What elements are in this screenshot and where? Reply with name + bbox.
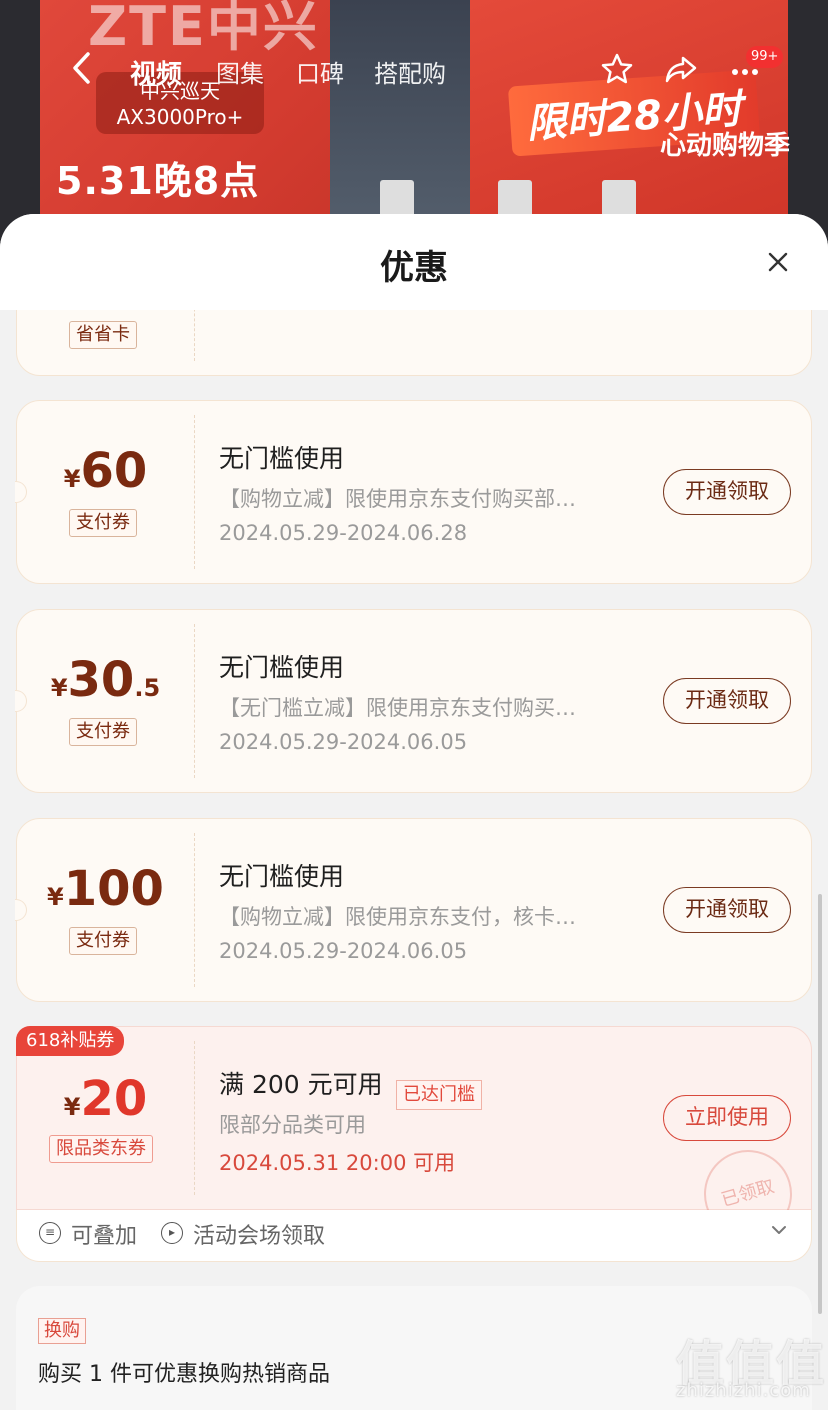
- amount-value: 20: [80, 1071, 148, 1127]
- coupon-amount: ¥60: [17, 443, 194, 499]
- watermark-url: zhizhizhi.com: [676, 1380, 811, 1401]
- venue-icon: ▸: [161, 1222, 183, 1244]
- coupon-type-label: 省省卡: [69, 321, 137, 349]
- chevron-down-icon[interactable]: [769, 1220, 789, 1245]
- coupon-divider: [194, 1041, 195, 1195]
- feature-venue: 活动会场领取: [193, 1224, 326, 1249]
- model-number: AX3000Pro+: [116, 105, 244, 129]
- tab-reviews[interactable]: 口碑: [296, 54, 344, 89]
- scrollbar[interactable]: [818, 894, 822, 1314]
- amount-value: 60: [80, 443, 148, 499]
- subsidy-coupon-card[interactable]: ¥20 限品类东券 满 200 元可用 限部分品类可用 2024.05.31 2…: [16, 1026, 812, 1210]
- subsidy-badge: 618补贴券: [16, 1026, 125, 1056]
- coupon-card[interactable]: ¥60 支付券 无门槛使用 【购物立减】限使用京东支付购买部… 2024.05.…: [15, 400, 812, 584]
- amount-decimal: .5: [134, 674, 161, 702]
- coupon-amount: ¥20: [17, 1071, 194, 1127]
- coupon-type-label: 支付券: [69, 718, 137, 746]
- festival-label: 心动购物季: [660, 131, 791, 161]
- coupon-card[interactable]: ¥100 支付券 无门槛使用 【购物立减】限使用京东支付，核卡… 2024.05…: [15, 818, 812, 1002]
- swap-tag: 换购: [38, 1318, 86, 1344]
- coupon-description: 限部分品类可用: [219, 1113, 366, 1137]
- coupon-type-label: 支付券: [69, 509, 137, 537]
- share-icon[interactable]: [664, 52, 698, 95]
- coupon-description: 【购物立减】限使用京东支付购买部…: [219, 487, 576, 511]
- currency-symbol: ¥: [63, 1093, 81, 1121]
- coupon-validity: 2024.05.29-2024.06.05: [219, 939, 468, 963]
- coupon-description: 【购物立减】限使用京东支付，核卡…: [219, 905, 576, 929]
- amount-value: 100: [63, 861, 164, 917]
- use-now-button[interactable]: 立即使用: [663, 1095, 791, 1141]
- sheet-header: 优惠: [0, 214, 828, 310]
- coupon-amount: ¥30.5: [17, 652, 194, 708]
- amount-value: 30: [67, 652, 135, 708]
- claim-button[interactable]: 开通领取: [663, 469, 791, 515]
- message-badge: 99+: [746, 46, 784, 68]
- swap-description: 购买 1 件可优惠换购热销商品: [38, 1362, 330, 1387]
- coupon-divider: [194, 415, 195, 569]
- coupon-amount: ¥100: [17, 861, 194, 917]
- coupon-title: 满 200 元可用: [219, 1070, 383, 1099]
- tab-gallery[interactable]: 图集: [216, 54, 264, 89]
- promo-date: 5.31晚8点: [56, 159, 260, 203]
- coupon-title: 无门槛使用: [219, 444, 345, 473]
- coupon-validity: 2024.05.29-2024.06.05: [219, 730, 468, 754]
- currency-symbol: ¥: [47, 883, 64, 911]
- currency-symbol: ¥: [50, 674, 68, 702]
- coupon-features[interactable]: ≡ 可叠加 ▸ 活动会场领取: [16, 1210, 812, 1262]
- sheet-title: 优惠: [380, 248, 448, 288]
- coupon-type-label: 限品类东券: [49, 1135, 153, 1163]
- coupon-description: 【无门槛立减】限使用京东支付购买…: [219, 696, 576, 720]
- coupon-validity: 2024.05.29-2024.06.28: [219, 521, 468, 545]
- star-icon[interactable]: [600, 52, 634, 95]
- tab-video[interactable]: 视频: [130, 54, 182, 91]
- coupon-divider: [194, 624, 195, 778]
- coupon-validity: 2024.05.31 20:00 可用: [219, 1151, 456, 1175]
- coupon-type-label: 支付券: [69, 927, 137, 955]
- tab-bundle[interactable]: 搭配购: [374, 54, 446, 89]
- coupon-title: 无门槛使用: [219, 653, 345, 682]
- coupon-divider: [194, 833, 195, 987]
- coupon-title: 无门槛使用: [219, 862, 345, 891]
- claim-button[interactable]: 开通领取: [663, 887, 791, 933]
- coupon-card[interactable]: ¥30.5 支付券 无门槛使用 【无门槛立减】限使用京东支付购买… 2024.0…: [15, 609, 812, 793]
- top-nav: 视频 图集 口碑 搭配购 99+: [0, 40, 828, 100]
- close-icon[interactable]: [760, 244, 796, 280]
- stack-icon: ≡: [39, 1222, 61, 1244]
- threshold-reached-badge: 已达门槛: [396, 1080, 482, 1110]
- offers-sheet: 优惠 省省卡 ¥60 支付券 无门槛使用 【购物立减】限使用京东支付购买部… 2…: [0, 214, 828, 1410]
- currency-symbol: ¥: [63, 465, 81, 493]
- claim-button[interactable]: 开通领取: [663, 678, 791, 724]
- chevron-left-icon[interactable]: [70, 50, 92, 95]
- feature-stackable: 可叠加: [71, 1224, 138, 1249]
